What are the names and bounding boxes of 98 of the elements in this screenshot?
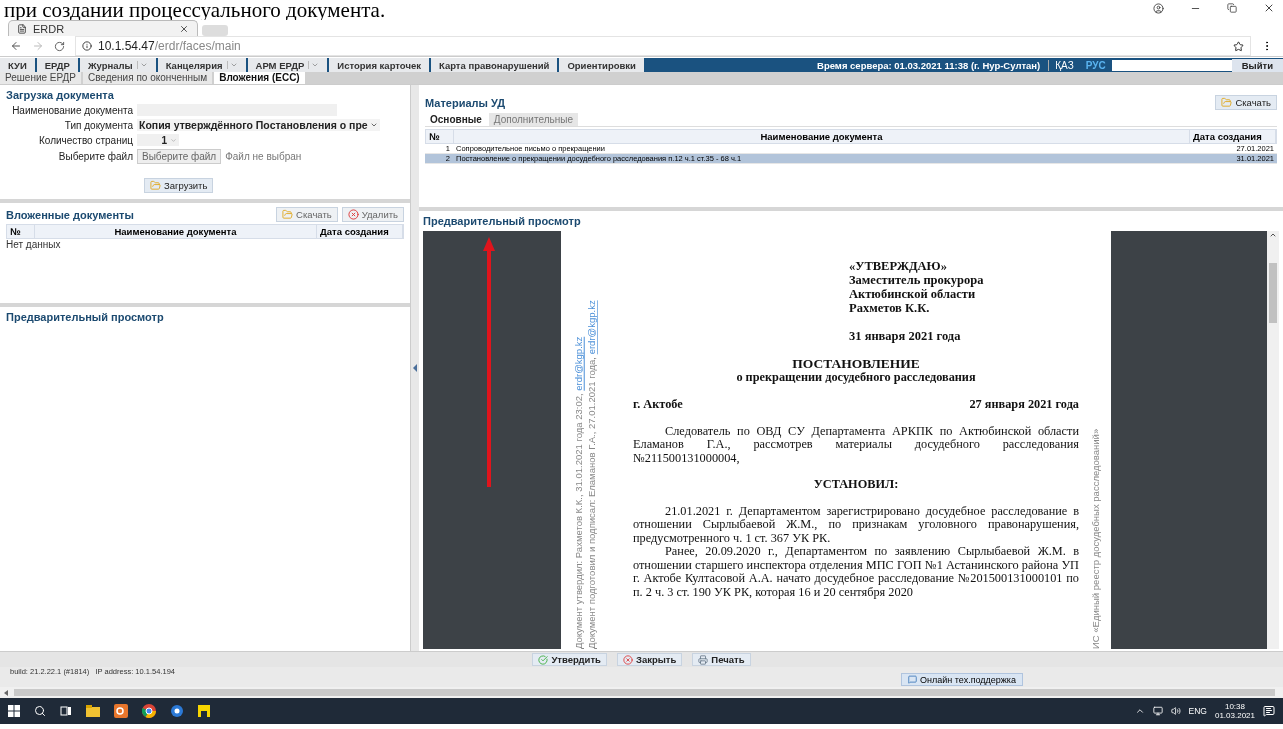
volume-icon[interactable]	[1170, 706, 1181, 716]
browser-tab[interactable]: ERDR	[8, 20, 198, 36]
section-title: Предварительный просмотр	[423, 215, 582, 227]
info-icon	[82, 41, 92, 51]
browser-icon[interactable]	[142, 704, 156, 718]
section-title: Предварительный просмотр	[6, 311, 165, 323]
registry-note: ИС «Единый реестр досудебных расследований»	[1089, 427, 1101, 649]
scrollbar[interactable]	[0, 687, 1283, 698]
field-label: Тип документа	[63, 119, 133, 131]
close-icon[interactable]	[1263, 2, 1275, 14]
scrollbar[interactable]	[1267, 231, 1279, 649]
nav-menu-item[interactable]: ЕРДР	[36, 58, 80, 72]
document-subtitle: о прекращении досудебного расследования	[735, 370, 977, 384]
support-button[interactable]: Онлайн тех.поддержка	[901, 673, 1023, 686]
folder-icon[interactable]	[86, 705, 100, 717]
choose-file-button[interactable]: Выберите файл	[137, 149, 222, 164]
reload-icon[interactable]	[54, 40, 65, 52]
page-icon	[17, 23, 27, 34]
windows-start-icon[interactable]	[8, 705, 20, 717]
email-link[interactable]: erdr@kgp.kz	[586, 300, 597, 355]
clock[interactable]: 10:38 01.03.2021	[1214, 702, 1255, 720]
column-header: Наименование документа	[35, 225, 317, 238]
search-icon[interactable]	[34, 705, 46, 717]
approve-button[interactable]: Утвердить	[532, 653, 607, 666]
server-time: Время сервера: 01.03.2021 11:38 (г. Нур-Султан)	[817, 59, 1050, 71]
address-field[interactable]: 10.1.54.47/erdr/faces/main	[75, 36, 1251, 56]
download-button[interactable]: Скачать	[1215, 95, 1277, 110]
empty-message: Нет данных	[6, 239, 62, 250]
folder-icon	[150, 180, 161, 191]
document-paragraph: Следователь по ОВД СУ Департамента АРКПК по Актюбинской области Еламанов Г.А., рассмотрев материалы досудебного расследования №211500131000004,	[633, 424, 1079, 465]
caret-icon	[369, 121, 378, 129]
page-tab[interactable]: Вложения (ЕСС)	[214, 72, 305, 84]
back-icon[interactable]	[10, 40, 22, 52]
page-tab[interactable]: Решение ЕРДР	[0, 72, 81, 84]
scroll-up-icon[interactable]	[1269, 231, 1277, 239]
print-button[interactable]: Печать	[692, 653, 751, 666]
language-link[interactable]: ҚАЗ	[1049, 59, 1080, 71]
column-header: Наименование документа	[454, 130, 1190, 143]
document-paragraph: Ранее, 20.09.2020 г., Департаментом по заявлению Сырлыбаевой Ж.М. в отношении старшего инспектора отделения МПС ГОП №1 Астанинского района УП г. Актобе Култасовой А.А. начато досудебное расследование №201500131000101 по п. 2 ч. 3 ст. 190 УК РК, которая 16 и 20 сентября 2020	[633, 545, 1079, 599]
section-title: Загрузка документа	[6, 89, 115, 101]
column-header: №	[7, 225, 35, 238]
language-link[interactable]: РУС	[1079, 59, 1112, 71]
approval-line: Рахметов К.К.	[849, 301, 931, 315]
nav-menu-item[interactable]: Канцелярия	[157, 58, 248, 72]
file-status: Файл не выбран	[225, 151, 302, 162]
document-city: г. Актобе	[633, 398, 683, 412]
materials-tab[interactable]: Дополнительные	[488, 113, 578, 126]
chat-icon	[908, 675, 918, 684]
field-label: Выберите файл	[57, 151, 133, 162]
field-label: Количество страниц	[37, 134, 133, 146]
approval-line: «УТВЕРЖДАЮ»	[849, 259, 948, 273]
scroll-thumb[interactable]	[1269, 263, 1277, 323]
nav-menu-item[interactable]: История карточек	[329, 58, 431, 72]
note-icon[interactable]	[198, 705, 210, 717]
document-heading: УСТАНОВИЛ:	[812, 478, 900, 492]
section-title: Вложенные документы	[6, 208, 134, 221]
upload-button[interactable]: Загрузить	[144, 178, 214, 193]
scroll-left-icon[interactable]	[4, 689, 8, 696]
task-view-icon[interactable]	[60, 705, 72, 717]
notification-icon[interactable]	[1263, 705, 1275, 717]
input-language[interactable]: ENG	[1188, 706, 1207, 716]
restore-icon[interactable]	[1227, 3, 1237, 13]
approval-line: Заместитель прокурора	[849, 273, 985, 287]
field-label: Наименование документа	[11, 104, 133, 116]
signature-note: Документ утвердил: Рахметов К.К., 31.01.2021 года 23:02, erdr@kgp.kz	[573, 335, 584, 649]
nav-menu-item[interactable]: КУИ	[0, 58, 37, 72]
section-title: Материалы УД	[425, 96, 506, 109]
close-icon	[622, 654, 633, 665]
close-icon[interactable]	[179, 23, 189, 34]
approval-date: 31 января 2021 года	[849, 329, 962, 343]
document-caption: при создании процессуального документа.	[3, 0, 386, 20]
signature-note: Документ подготовил и подписал: Еламанов Г.А., 27.01.2021 года, erdr@kgp.kz	[586, 299, 597, 649]
nav-menu-item[interactable]: Ориентировки	[559, 58, 646, 72]
column-header: №	[426, 130, 454, 143]
nav-menu-item[interactable]: АРМ ЕРДР	[247, 58, 330, 72]
column-header: Дата создания	[1190, 130, 1276, 143]
document-paragraph: 21.01.2021 г. Департаментом зарегистрировано досудебное расследование в отношении Сырлыбаевой Ж.М., по признакам уголовного правонарушения, предусмотренного ч. 1 ст. 367 УК РК.	[633, 504, 1079, 545]
email-link[interactable]: erdr@kgp.kz	[573, 336, 584, 391]
number-field[interactable]: 1	[137, 134, 179, 146]
profile-icon[interactable]	[1153, 2, 1164, 14]
nav-menu-item[interactable]: Журналы	[79, 58, 158, 72]
tray-expand-icon[interactable]	[1134, 706, 1145, 716]
type-select[interactable]: Копия утверждённого Постановления о пре	[137, 119, 380, 131]
document-date: 27 января 2021 года	[969, 398, 1079, 412]
printer-icon	[698, 654, 709, 665]
column-header: Дата создания	[317, 225, 403, 238]
page-tab[interactable]: Сведения по оконченным	[82, 72, 213, 84]
nav-menu-item[interactable]: Карта правонарушений	[430, 58, 560, 72]
logout-button[interactable]: Выйти	[1231, 58, 1283, 72]
check-icon	[538, 654, 549, 665]
delete-icon	[347, 209, 359, 220]
close-button[interactable]: Закрыть	[616, 653, 683, 666]
folder-icon	[282, 209, 294, 220]
collapse-icon[interactable]	[413, 364, 417, 372]
approval-line: Актюбинской области	[849, 287, 977, 301]
folder-icon	[1221, 97, 1233, 108]
document-title: ПОСТАНОВЛЕНИЕ	[791, 357, 921, 371]
star-icon[interactable]	[1233, 40, 1244, 52]
